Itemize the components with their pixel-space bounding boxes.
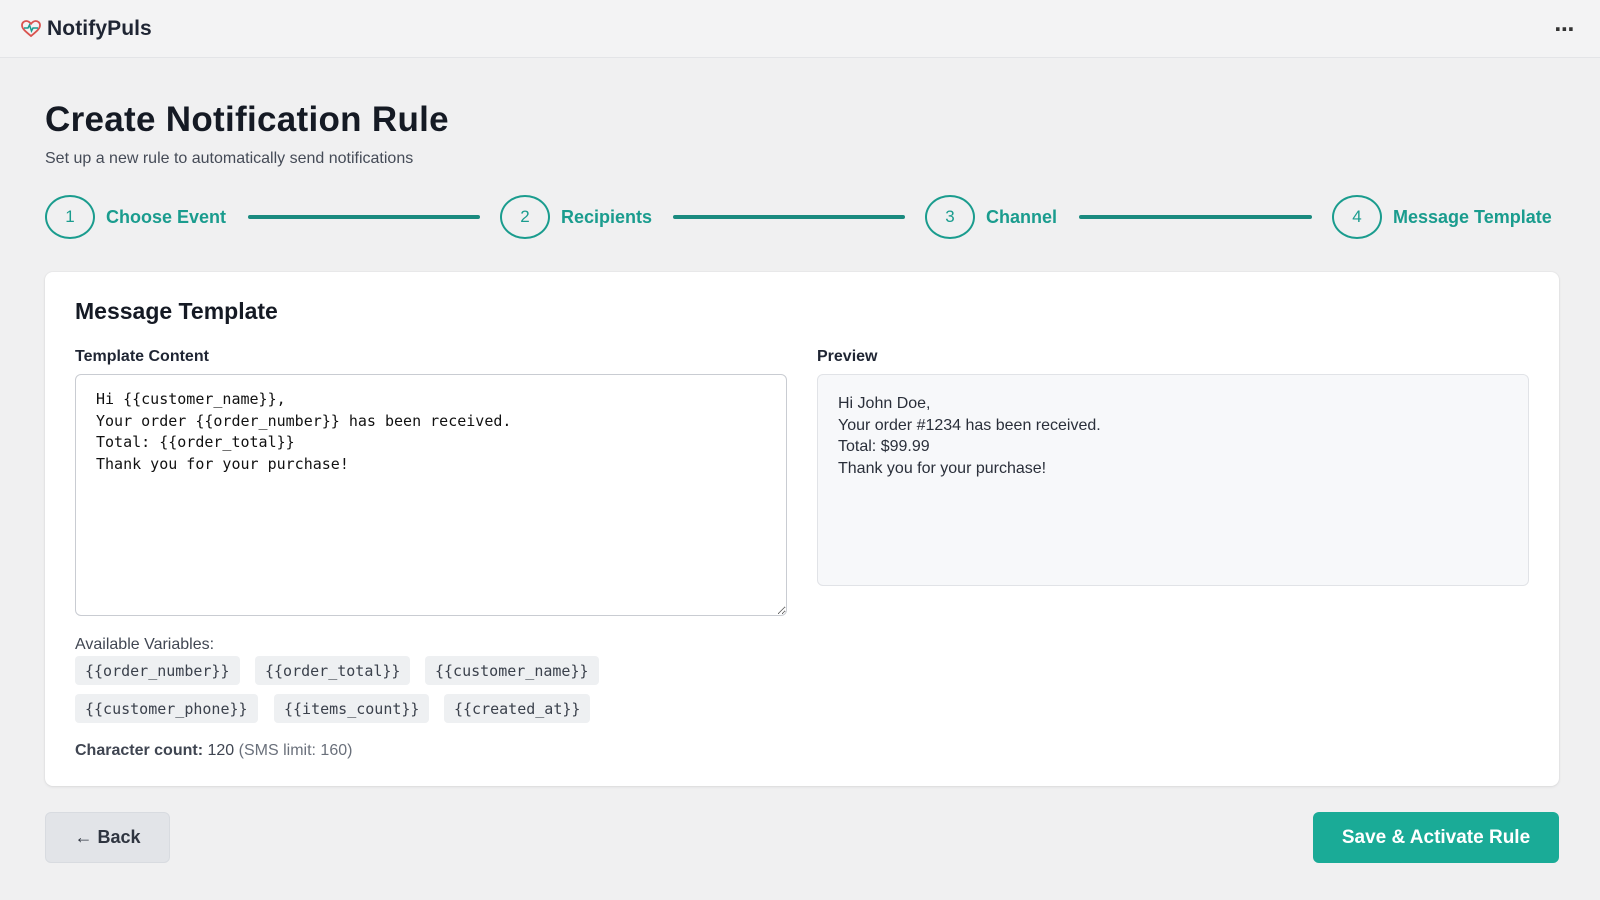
page-title: Create Notification Rule — [45, 100, 449, 139]
heart-logo-icon — [20, 18, 42, 40]
step-connector — [1079, 215, 1312, 219]
page-subtitle: Set up a new rule to automatically send … — [45, 150, 414, 167]
save-activate-button[interactable]: Save & Activate Rule — [1313, 812, 1559, 863]
stepper: 1 Choose Event 2 Recipients 3 Channel 4 … — [45, 195, 1559, 239]
variable-chip[interactable]: {{order_total}} — [255, 656, 411, 685]
step-number: 3 — [925, 195, 975, 239]
step-connector — [248, 215, 480, 219]
character-count-value: 120 — [207, 742, 235, 759]
variable-chip[interactable]: {{customer_name}} — [425, 656, 599, 685]
available-variables-label: Available Variables: — [75, 636, 215, 653]
variable-chip[interactable]: {{customer_phone}} — [75, 694, 258, 723]
template-content-label: Template Content — [75, 348, 209, 365]
app-name: NotifyPuls — [47, 16, 152, 40]
preview-line: Hi John Doe, — [838, 395, 931, 412]
top-bar: NotifyPuls ⋯ — [0, 0, 1600, 58]
step-label: Channel — [986, 206, 1058, 227]
back-button[interactable]: ← Back — [45, 812, 170, 863]
step-message-template[interactable]: 4 Message Template — [1332, 195, 1552, 239]
card-title: Message Template — [75, 298, 278, 324]
message-template-card: Message Template Template Content Hi {{c… — [45, 272, 1559, 786]
preview-label: Preview — [817, 348, 878, 365]
preview-line: Thank you for your purchase! — [838, 459, 1047, 477]
step-label: Choose Event — [106, 206, 227, 227]
character-count-label: Character count: — [75, 742, 204, 759]
step-channel[interactable]: 3 Channel — [925, 195, 1057, 239]
variable-chip[interactable]: {{created_at}} — [444, 694, 591, 723]
step-label: Message Template — [1393, 206, 1552, 227]
more-dots-icon[interactable]: ⋯ — [1552, 17, 1578, 41]
step-label: Recipients — [561, 206, 653, 227]
step-recipients[interactable]: 2 Recipients — [500, 195, 652, 239]
preview-box: Hi John Doe, Your order #1234 has been r… — [817, 374, 1529, 586]
preview-line: Total: $99.99 — [838, 438, 930, 455]
sms-limit-note: (SMS limit: 160) — [238, 742, 353, 759]
step-connector — [673, 215, 905, 219]
step-number: 4 — [1332, 195, 1382, 239]
character-count: Character count: 120 (SMS limit: 160) — [75, 742, 352, 760]
step-choose-event[interactable]: 1 Choose Event — [45, 195, 226, 239]
preview-line: Your order #1234 has been received. — [838, 416, 1101, 434]
template-content-input[interactable]: Hi {{customer_name}}, Your order {{order… — [75, 374, 787, 616]
step-number: 1 — [45, 195, 95, 239]
variable-chip[interactable]: {{items_count}} — [274, 694, 430, 723]
step-number: 2 — [500, 195, 550, 239]
variable-chip[interactable]: {{order_number}} — [75, 656, 240, 685]
